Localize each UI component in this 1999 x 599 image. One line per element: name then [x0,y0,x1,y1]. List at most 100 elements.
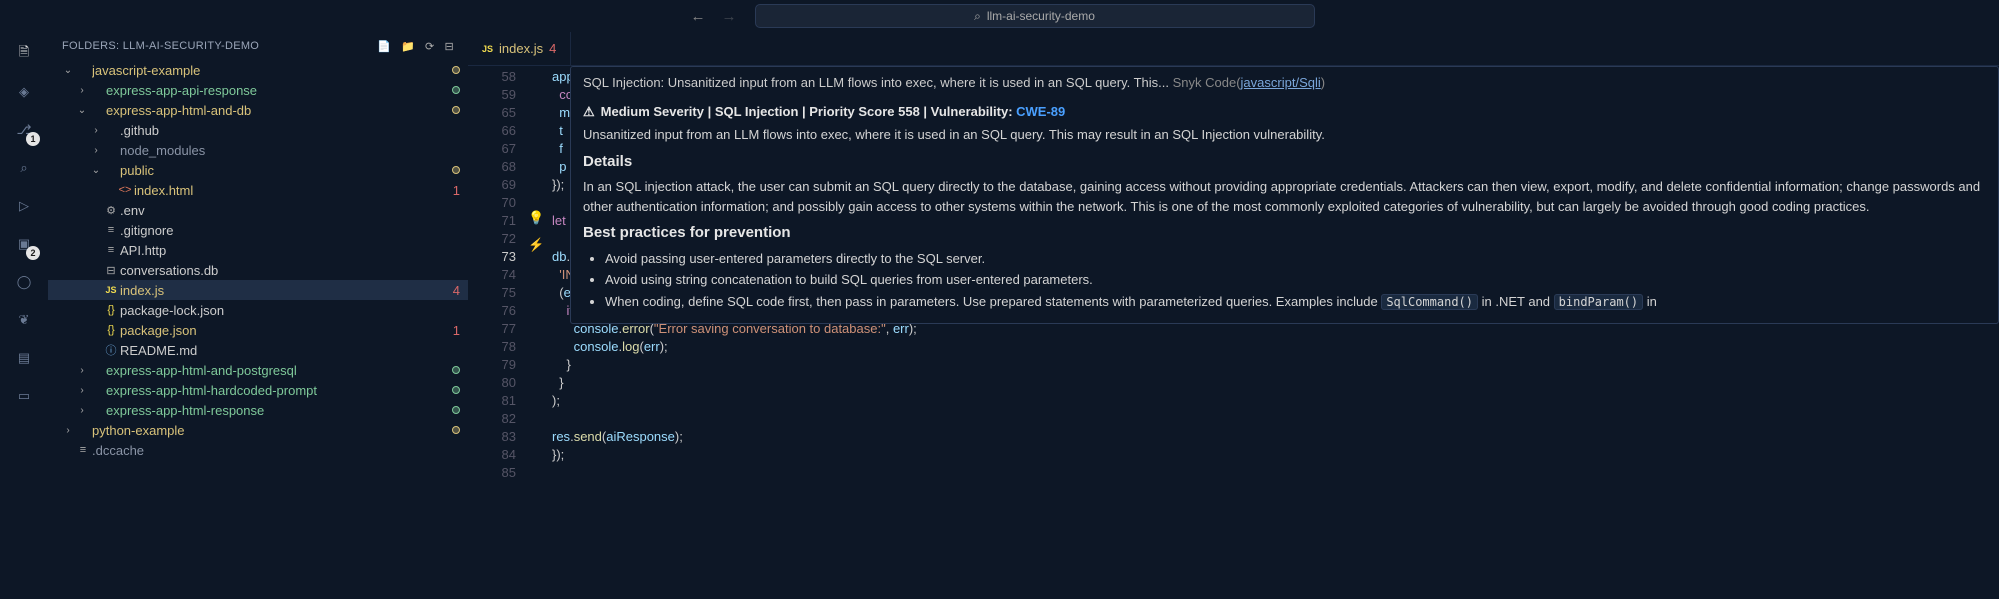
snyk-icon: ◈ [19,84,29,100]
tree-item-javascript-example[interactable]: ⌄ javascript-example [48,60,468,80]
activity-mongo[interactable]: ❦ [10,306,38,334]
bp-item: When coding, define SQL code first, then… [605,292,1986,312]
tree-item-label: API.http [120,243,460,258]
tree-item-label: python-example [92,423,448,438]
cwe-link[interactable]: CWE-89 [1016,104,1065,119]
activity-extensions[interactable]: ▣2 [10,230,38,258]
chevron-icon: ⌄ [62,65,74,76]
tree-item-label: public [120,163,448,178]
new-file-icon[interactable]: 📄 [377,40,391,53]
tree-item-label: conversations.db [120,263,460,278]
tree-item-label: .gitignore [120,223,460,238]
tree-item-label: node_modules [120,143,460,158]
tree-item-express-app-api-response[interactable]: › express-app-api-response [48,80,468,100]
chevron-icon: › [62,425,74,436]
tree-item-label: .dccache [92,443,460,458]
gutter-glyphs: 💡 ⚡ [528,66,552,599]
explorer-icon: 🗎 [19,43,29,65]
tab-index-js[interactable]: JS index.js 4 [468,32,571,65]
nav-back-icon[interactable]: ← [685,8,712,25]
tree-item--env[interactable]: ⚙.env [48,200,468,220]
rule-link[interactable]: javascript/Sqli [1241,75,1321,90]
nav-forward-icon[interactable]: → [716,8,743,25]
activity-source-control[interactable]: ⎇1 [10,116,38,144]
tree-item-conversations-db[interactable]: ⊟conversations.db [48,260,468,280]
activity-run[interactable]: ▷ [10,192,38,220]
activity-explorer[interactable]: 🗎 [10,40,38,68]
run-icon: ▷ [19,198,29,214]
github-icon: ◯ [17,274,32,290]
md-icon: ⓘ [102,342,120,358]
chevron-icon: › [90,125,102,136]
hover-summary: SQL Injection: Unsanitized input from an… [583,73,1986,94]
activity-snyk[interactable]: ◈ [10,78,38,106]
details-heading: Details [583,151,1986,174]
tree-item-express-app-html-response[interactable]: ›express-app-html-response [48,400,468,420]
problem-count: 1 [447,183,460,198]
hover-description: Unsanitized input from an LLM flows into… [583,125,1986,145]
tree-item-label: index.html [134,183,447,198]
badge: 1 [26,132,40,146]
tree-item-public[interactable]: ⌄ public [48,160,468,180]
mongo-icon: ❦ [19,312,30,328]
tree-item--github[interactable]: › .github [48,120,468,140]
tree-item-label: package-lock.json [120,303,460,318]
git-status-dot [452,386,460,394]
activity-remote[interactable]: ▭ [10,382,38,410]
tree-item-package-lock-json[interactable]: {}package-lock.json [48,300,468,320]
git-status-dot [452,86,460,94]
tree-item--gitignore[interactable]: ≡.gitignore [48,220,468,240]
tree-item-label: express-app-api-response [106,83,448,98]
search-icon: ⌕ [20,160,27,176]
tab-problem-count: 4 [549,41,556,56]
tree-item-label: .github [120,123,460,138]
tree-item-python-example[interactable]: › python-example [48,420,468,440]
chevron-icon: › [76,385,88,396]
activity-docker[interactable]: ▤ [10,344,38,372]
lightbulb-icon[interactable]: 💡 [528,210,544,226]
git-status-dot [452,106,460,114]
chevron-icon: ⌄ [90,165,102,176]
tree-item-express-app-html-and-db[interactable]: ⌄express-app-html-and-db [48,100,468,120]
collapse-icon[interactable]: ⊟ [444,40,454,53]
chevron-icon: › [76,365,88,376]
tree-item--dccache[interactable]: ≡.dccache [48,440,468,460]
activity-github[interactable]: ◯ [10,268,38,296]
command-center[interactable]: ⌕ llm-ai-security-demo [755,4,1315,28]
search-text: llm-ai-security-demo [987,9,1095,23]
tree-item-label: express-app-html-response [106,403,448,418]
chevron-icon: › [76,85,88,96]
json-icon: {} [102,324,120,336]
tree-item-api-http[interactable]: ≡API.http [48,240,468,260]
json-icon: {} [102,304,120,316]
hover-heading: ⚠ Medium Severity | SQL Injection | Prio… [583,102,1986,122]
file-icon: ≡ [102,244,120,256]
bolt-icon[interactable]: ⚡ [528,237,544,253]
tree-item-express-app-html-and-postgresql[interactable]: ›express-app-html-and-postgresql [48,360,468,380]
git-status-dot [452,66,460,74]
tree-item-readme-md[interactable]: ⓘREADME.md [48,340,468,360]
problem-count: 4 [447,283,460,298]
tree-item-label: javascript-example [92,63,448,78]
tree-item-label: .env [120,203,460,218]
chevron-icon: › [90,145,102,156]
file-tree[interactable]: ⌄ javascript-example › express-app-api-resp… [48,60,468,599]
activity-search[interactable]: ⌕ [10,154,38,182]
tree-item-index-html[interactable]: <>index.html1 [48,180,468,200]
tree-item-package-json[interactable]: {}package.json1 [48,320,468,340]
js-icon: JS [482,44,493,54]
activity-bar: 🗎 ◈ ⎇1 ⌕ ▷ ▣2 ◯ ❦ ▤ ▭ [0,32,48,599]
db-icon: ⊟ [102,264,120,277]
best-practices-heading: Best practices for prevention [583,222,1986,245]
tree-item-node-modules[interactable]: › node_modules [48,140,468,160]
tree-item-express-app-html-hardcoded-prompt[interactable]: ›express-app-html-hardcoded-prompt [48,380,468,400]
tree-item-index-js[interactable]: JSindex.js4 [48,280,468,300]
bp-item: Avoid using string concatenation to buil… [605,270,1986,290]
sidebar-actions: 📄 📁 ⟳ ⊟ [377,40,454,53]
file-icon: ≡ [102,224,120,236]
git-status-dot [452,366,460,374]
new-folder-icon[interactable]: 📁 [401,40,415,53]
refresh-icon[interactable]: ⟳ [425,40,435,53]
git-status-dot [452,426,460,434]
nav-arrows: ← → [685,8,743,25]
